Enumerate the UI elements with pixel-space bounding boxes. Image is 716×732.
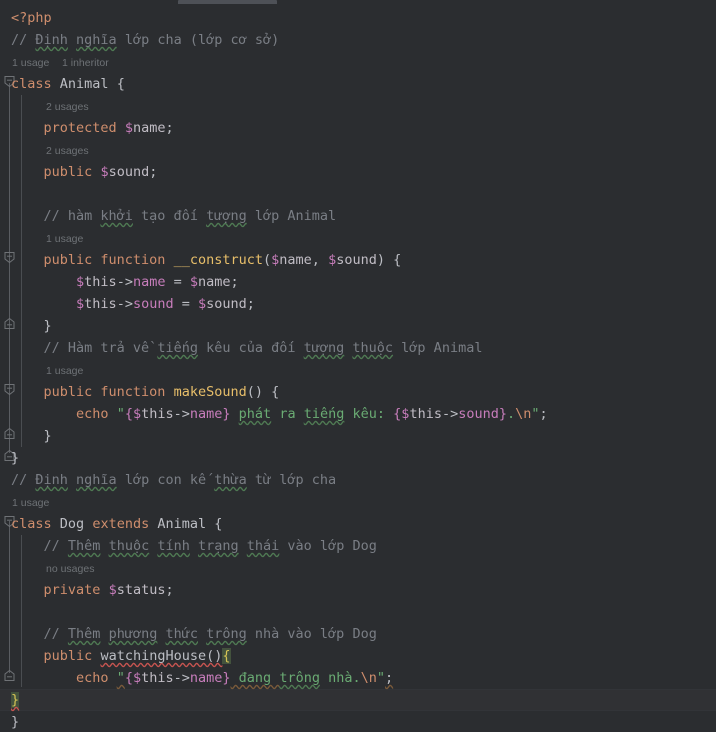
- inlay-hint-no-usages[interactable]: no usages: [46, 561, 94, 577]
- code-line[interactable]: }: [0, 315, 716, 337]
- code-line[interactable]: }: [0, 711, 716, 732]
- code-line[interactable]: echo "{$this->name} đang trông nhà.\n";: [0, 667, 716, 689]
- code-line[interactable]: protected $name;: [0, 117, 716, 139]
- code-line[interactable]: class Dog extends Animal {: [0, 513, 716, 535]
- code-line[interactable]: $this->sound = $sound;: [0, 293, 716, 315]
- inlay-hint-usages[interactable]: 2 usages: [46, 143, 89, 159]
- code-line[interactable]: // Thêm thuộc tính trạng thái vào lớp Do…: [0, 535, 716, 557]
- inlay-hint-usages[interactable]: 2 usages: [46, 99, 89, 115]
- editor-tab-active[interactable]: [178, 0, 277, 4]
- code-line[interactable]: // Hàm trả về tiếng kêu của đối tượng th…: [0, 337, 716, 359]
- inlay-hint-row[interactable]: 2 usages: [0, 143, 716, 159]
- code-line[interactable]: public $sound;: [0, 161, 716, 183]
- code-line[interactable]: // hàm khởi tạo đối tượng lớp Animal: [0, 205, 716, 227]
- code-line[interactable]: class Animal {: [0, 73, 716, 95]
- code-line[interactable]: }: [0, 447, 716, 469]
- inlay-hint-usages[interactable]: 1 usage: [46, 231, 83, 247]
- code-line[interactable]: }: [0, 425, 716, 447]
- inlay-hint-row[interactable]: 1 usage 1 inheritor: [0, 55, 716, 71]
- inlay-hint-row[interactable]: 1 usage: [0, 363, 716, 379]
- inlay-hint-usages[interactable]: 1 usage: [12, 495, 49, 511]
- code-line[interactable]: private $status;: [0, 579, 716, 601]
- code-line[interactable]: // Định nghĩa lớp con kế thừa từ lớp cha: [0, 469, 716, 491]
- code-line[interactable]: public function __construct($name, $soun…: [0, 249, 716, 271]
- inlay-hint-usages[interactable]: 1 usage: [46, 363, 83, 379]
- code-line[interactable]: // Thêm phương thức trông nhà vào lớp Do…: [0, 623, 716, 645]
- code-line[interactable]: <?php: [0, 7, 716, 29]
- inlay-hint-row[interactable]: no usages: [0, 561, 716, 577]
- inlay-hint-usages[interactable]: 1 usage: [12, 55, 49, 71]
- code-line[interactable]: public watchingHouse(){: [0, 645, 716, 667]
- inlay-hint-row[interactable]: 1 usage: [0, 231, 716, 247]
- code-text-area[interactable]: <?php // Định nghĩa lớp cha (lớp cơ sở) …: [0, 5, 716, 732]
- code-line[interactable]: // Định nghĩa lớp cha (lớp cơ sở): [0, 29, 716, 51]
- code-line[interactable]: echo "{$this->name} phát ra tiếng kêu: {…: [0, 403, 716, 425]
- code-line[interactable]: $this->name = $name;: [0, 271, 716, 293]
- inlay-hint-row[interactable]: 2 usages: [0, 99, 716, 115]
- inlay-hint-inheritors[interactable]: 1 inheritor: [62, 55, 109, 71]
- code-editor[interactable]: <?php // Định nghĩa lớp cha (lớp cơ sở) …: [0, 5, 716, 732]
- code-line[interactable]: public function makeSound() {: [0, 381, 716, 403]
- inlay-hint-row[interactable]: 1 usage: [0, 495, 716, 511]
- code-line[interactable]: }: [0, 689, 716, 711]
